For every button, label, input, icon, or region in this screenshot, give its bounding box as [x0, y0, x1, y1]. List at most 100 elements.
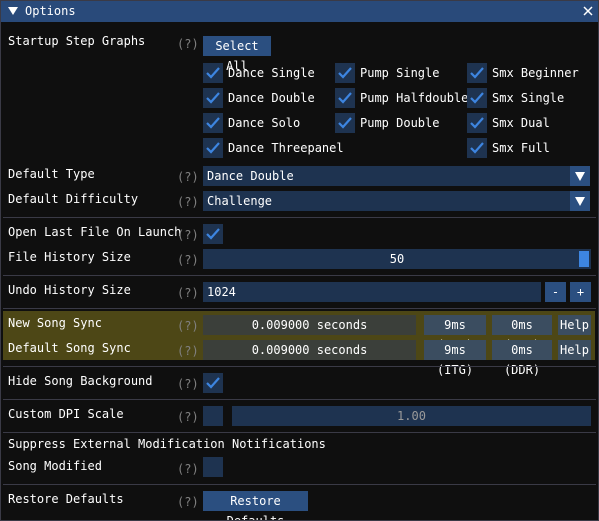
help-marker[interactable]: (?) [177, 410, 199, 424]
checkbox-smx-single[interactable] [467, 88, 487, 108]
custom-dpi-scale-label: Custom DPI Scale [8, 407, 124, 421]
checkbox-pump-halfdouble[interactable] [335, 88, 355, 108]
help-button[interactable]: Help [558, 340, 591, 360]
checkbox-label: Smx Dual [492, 116, 550, 130]
help-marker[interactable]: (?) [177, 495, 199, 509]
help-marker[interactable]: (?) [177, 319, 199, 333]
help-marker[interactable]: (?) [177, 195, 199, 209]
itg-preset-button[interactable]: 9ms (ITG) [424, 315, 486, 352]
custom-dpi-scale-checkbox[interactable] [203, 406, 223, 426]
checkbox-label: Pump Double [360, 116, 440, 130]
separator [3, 432, 596, 433]
file-history-size-slider[interactable]: 50 [203, 249, 591, 269]
restore-defaults-button[interactable]: Restore Defaults [203, 491, 308, 520]
help-marker[interactable]: (?) [177, 253, 199, 267]
hide-song-background-label: Hide Song Background [8, 374, 153, 388]
checkbox-pump-double[interactable] [335, 113, 355, 133]
suppress-notifications-heading: Suppress External Modification Notificat… [8, 437, 326, 451]
checkbox-label: Dance Threepanel [228, 141, 344, 155]
title-bar[interactable]: Options [1, 1, 598, 22]
checkbox-label: Smx Single [492, 91, 565, 105]
undo-history-size-label: Undo History Size [8, 283, 131, 297]
open-last-file-checkbox[interactable] [203, 224, 223, 244]
checkmark-icon [470, 142, 484, 154]
increment-button[interactable]: + [570, 282, 591, 302]
new-song-sync-label: New Song Sync [8, 316, 102, 330]
window-title: Options [25, 4, 76, 18]
help-marker[interactable]: (?) [177, 377, 199, 391]
checkmark-icon [206, 92, 220, 104]
separator [3, 366, 596, 367]
help-button[interactable]: Help [558, 315, 591, 335]
restore-defaults-label: Restore Defaults [8, 492, 124, 506]
default-song-sync-label: Default Song Sync [8, 341, 131, 355]
default-type-value: Dance Double [207, 169, 294, 183]
checkmark-icon [338, 92, 352, 104]
checkbox-dance-double[interactable] [203, 88, 223, 108]
checkbox-smx-dual[interactable] [467, 113, 487, 133]
checkbox-smx-full[interactable] [467, 138, 487, 158]
file-history-size-label: File History Size [8, 250, 131, 264]
help-marker[interactable]: (?) [177, 37, 199, 51]
help-marker[interactable]: (?) [177, 228, 199, 242]
checkbox-dance-threepanel[interactable] [203, 138, 223, 158]
close-icon[interactable] [581, 4, 595, 18]
new-song-sync-input[interactable]: 0.009000 seconds [203, 315, 416, 335]
separator [3, 399, 596, 400]
collapse-arrow-icon[interactable] [8, 7, 18, 15]
help-marker[interactable]: (?) [177, 462, 199, 476]
new-song-sync-value: 0.009000 seconds [251, 318, 368, 332]
undo-history-size-input[interactable]: 1024 [203, 282, 541, 302]
song-modified-checkbox[interactable] [203, 457, 223, 477]
dropdown-arrow-icon[interactable] [570, 191, 590, 211]
checkmark-icon [470, 67, 484, 79]
default-type-combo[interactable]: Dance Double [203, 166, 570, 186]
custom-dpi-scale-slider[interactable]: 1.00 [232, 406, 591, 426]
help-marker[interactable]: (?) [177, 344, 199, 358]
checkmark-icon [206, 228, 220, 240]
decrement-button[interactable]: - [545, 282, 566, 302]
checkbox-label: Dance Double [228, 91, 315, 105]
separator [3, 308, 596, 309]
checkbox-label: Dance Solo [228, 116, 301, 130]
checkmark-icon [338, 117, 352, 129]
default-difficulty-combo[interactable]: Challenge [203, 191, 570, 211]
startup-step-graphs-label: Startup Step Graphs [8, 34, 146, 48]
checkmark-icon [206, 67, 220, 79]
default-type-label: Default Type [8, 167, 95, 181]
separator [3, 275, 596, 276]
separator [3, 217, 596, 218]
checkmark-icon [470, 92, 484, 104]
select-all-button[interactable]: Select All [203, 36, 271, 73]
checkmark-icon [206, 117, 220, 129]
default-song-sync-value: 0.009000 seconds [251, 343, 368, 357]
checkbox-label: Smx Beginner [492, 66, 579, 80]
default-difficulty-value: Challenge [207, 194, 273, 208]
checkbox-label: Pump Halfdouble [360, 91, 469, 105]
custom-dpi-scale-value: 1.00 [397, 409, 426, 423]
checkmark-icon [206, 377, 220, 389]
dropdown-arrow-icon[interactable] [570, 166, 590, 186]
checkbox-pump-single[interactable] [335, 63, 355, 83]
slider-grab[interactable] [579, 251, 589, 267]
checkbox-smx-beginner[interactable] [467, 63, 487, 83]
checkmark-icon [470, 117, 484, 129]
ddr-preset-button[interactable]: 0ms (DDR) [492, 315, 552, 352]
checkbox-dance-single[interactable] [203, 63, 223, 83]
help-marker[interactable]: (?) [177, 170, 199, 184]
checkmark-icon [206, 142, 220, 154]
open-last-file-label: Open Last File On Launch [8, 225, 182, 239]
checkbox-dance-solo[interactable] [203, 113, 223, 133]
options-window: Options Startup Step Graphs (?) Select A… [0, 0, 599, 521]
hide-song-background-checkbox[interactable] [203, 373, 223, 393]
ddr-preset-button[interactable]: 0ms (DDR) [492, 340, 552, 377]
checkbox-label: Dance Single [228, 66, 315, 80]
checkbox-label: Pump Single [360, 66, 440, 80]
help-marker[interactable]: (?) [177, 286, 199, 300]
checkbox-label: Smx Full [492, 141, 550, 155]
itg-preset-button[interactable]: 9ms (ITG) [424, 340, 486, 377]
default-song-sync-input[interactable]: 0.009000 seconds [203, 340, 416, 360]
song-modified-label: Song Modified [8, 459, 102, 473]
file-history-size-value: 50 [389, 252, 405, 266]
undo-history-size-value: 1024 [207, 285, 236, 299]
